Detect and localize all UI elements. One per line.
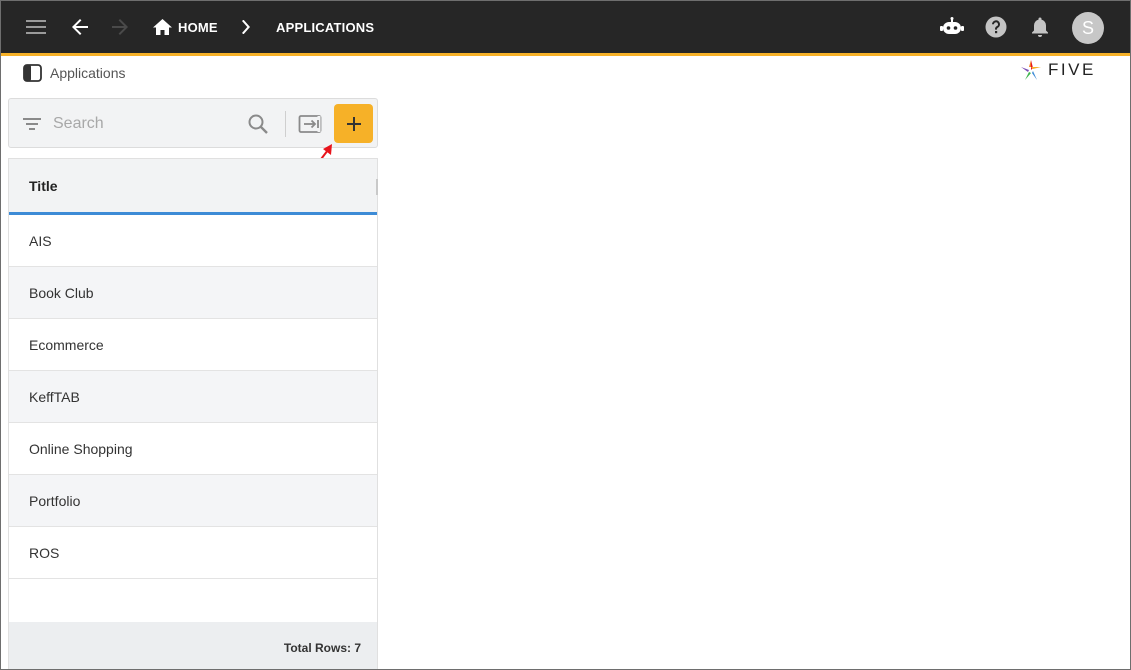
forward-arrow-icon[interactable] [107,14,133,40]
total-rows-count: Total Rows: 7 [283,641,361,655]
bell-icon[interactable] [1027,14,1053,40]
breadcrumb-applications[interactable]: APPLICATIONS [276,1,374,53]
page-header: Applications [23,62,126,84]
toolbar-divider [285,111,286,137]
menu-icon[interactable] [23,14,49,40]
list-item[interactable]: Online Shopping [9,423,377,475]
header-accent-line [1,53,1130,56]
search-input[interactable] [53,111,243,137]
logo-text: FIVE [1048,60,1096,79]
panel-toggle-icon[interactable] [23,64,42,82]
list-item-label: ROS [29,544,60,561]
top-navigation-bar: HOME APPLICATIONS S [1,1,1130,53]
plus-icon [346,116,361,131]
filter-icon[interactable] [22,114,42,134]
user-avatar[interactable]: S [1072,12,1104,44]
back-arrow-icon[interactable] [67,14,93,40]
list-item[interactable]: AIS [9,215,377,267]
list-item-label: Book Club [29,284,94,301]
list-item[interactable]: ROS [9,527,377,579]
applications-list: Title AIS Book Club Ecommerce KeffTAB On… [8,158,378,669]
column-header-title[interactable]: Title [29,178,58,194]
list-footer: Total Rows: 7 [9,622,377,669]
breadcrumb-applications-label: APPLICATIONS [276,19,375,35]
search-icon[interactable] [247,113,269,135]
list-item[interactable]: Book Club [9,267,377,319]
list-item-label: Ecommerce [29,336,104,353]
five-logo: FIVE [1019,57,1096,83]
home-icon [153,18,172,36]
breadcrumb-home-label: HOME [178,19,218,35]
breadcrumb-home[interactable]: HOME [153,1,218,53]
five-logo-star-icon [1021,60,1041,80]
list-item[interactable]: KeffTAB [9,371,377,423]
help-icon[interactable] [983,14,1009,40]
list-item-label: KeffTAB [29,388,80,405]
avatar-initial: S [1081,17,1094,38]
add-application-button[interactable] [334,104,373,143]
chevron-right-icon [239,1,251,53]
column-resize-handle[interactable] [376,179,378,195]
list-header: Title [9,159,378,215]
list-item-label: Online Shopping [29,440,133,457]
page-title: Applications [50,65,126,81]
list-item-label: AIS [29,232,52,249]
app-window: HOME APPLICATIONS S Applications FIVE Se… [0,0,1131,670]
list-item-label: Portfolio [29,492,81,509]
list-item[interactable]: Portfolio [9,475,377,527]
chatbot-icon[interactable] [939,14,965,40]
list-rows: AIS Book Club Ecommerce KeffTAB Online S… [9,215,377,579]
import-icon[interactable] [298,112,322,136]
list-item[interactable]: Ecommerce [9,319,377,371]
